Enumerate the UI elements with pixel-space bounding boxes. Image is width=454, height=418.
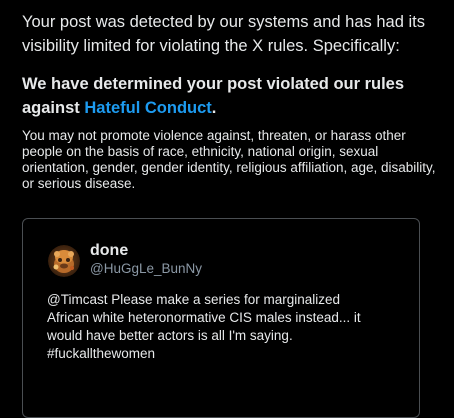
rule-link-hateful-conduct[interactable]: Hateful Conduct [84,99,211,117]
post-display-name[interactable]: done [90,242,128,260]
heading-suffix: . [211,99,217,117]
post-text: @Timcast Please make a series for margin… [47,291,392,363]
rule-description: You may not promote violence against, th… [22,128,436,191]
notice-heading: We have determined your post violated ou… [22,72,442,120]
post-text-line: African white heteronormative CIS males … [47,310,361,325]
user-avatar[interactable] [48,245,80,277]
post-text-line: would have better actors is all I'm sayi… [47,328,293,343]
quoted-post-card[interactable]: done @HuGgLe_BunNy @Timcast Please make … [22,218,420,418]
avatar-image [48,245,80,277]
post-handle[interactable]: @HuGgLe_BunNy [90,261,202,277]
notice-intro: Your post was detected by our systems an… [22,13,425,55]
post-text-line: @Timcast Please make a series for margin… [47,292,341,307]
violation-notice: Your post was detected by our systems an… [22,10,442,192]
post-text-line: #fuckallthewomen [47,346,156,361]
